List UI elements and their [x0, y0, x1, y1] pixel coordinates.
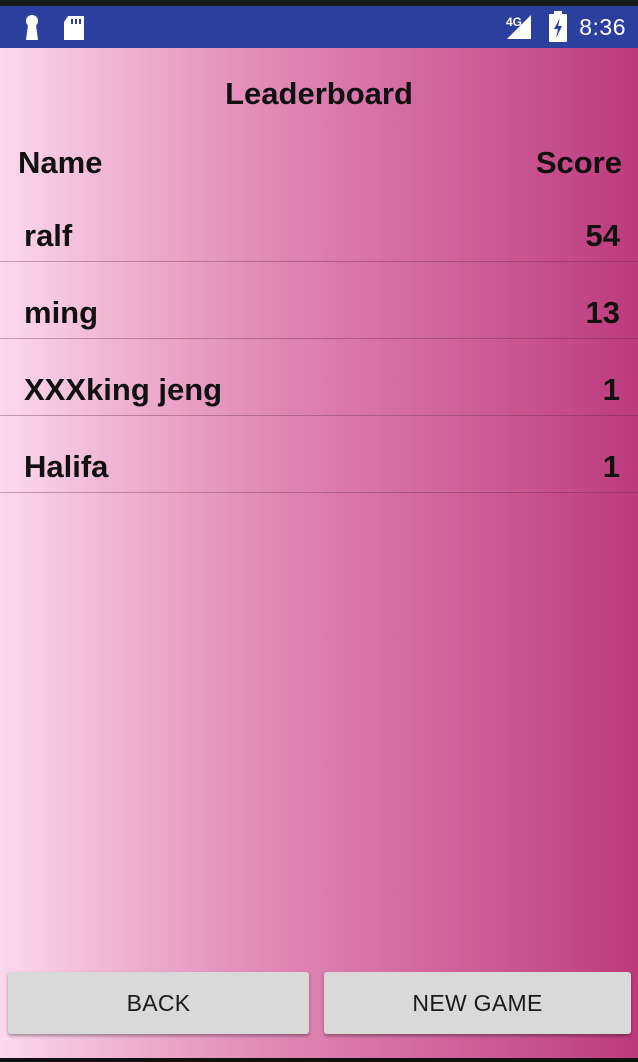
player-name: ralf: [24, 218, 73, 253]
table-row: XXXking jeng 1: [0, 339, 638, 416]
leaderboard-list[interactable]: ralf 54 ming 13 XXXking jeng 1 Halifa 1: [0, 185, 638, 493]
battery-charging-icon: [549, 11, 568, 42]
score-column-header: Score: [535, 145, 622, 180]
page-title: Leaderboard: [225, 76, 413, 111]
status-spacer: [501, 10, 503, 12]
back-button[interactable]: BACK: [8, 972, 309, 1034]
player-score: 1: [602, 449, 620, 484]
status-right-icons: 4G 8:36: [501, 10, 626, 44]
app-screen: 4G 8:36 Leaderboard Name Score ralf 54 m…: [0, 0, 638, 1062]
player-name: XXXking jeng: [24, 372, 223, 407]
leaderboard-screen: Leaderboard Name Score ralf 54 ming 13 X…: [0, 48, 638, 1058]
player-score: 13: [585, 295, 620, 330]
player-score: 1: [602, 372, 620, 407]
player-name: ming: [24, 295, 99, 330]
new-game-button[interactable]: NEW GAME: [324, 972, 631, 1034]
table-header: Name Score: [18, 145, 622, 185]
status-left-svg: [26, 15, 84, 40]
status-left-icons: [22, 14, 92, 42]
keyhole-icon: [26, 15, 38, 40]
status-bar: 4G 8:36: [0, 6, 638, 48]
table-row: ralf 54: [0, 185, 638, 262]
table-row: Halifa 1: [0, 416, 638, 493]
screen-bottom-edge: [0, 1058, 638, 1062]
network-type-label: 4G: [505, 15, 522, 29]
player-name: Halifa: [24, 449, 109, 484]
sd-card-icon: [64, 16, 84, 40]
player-score: 54: [585, 218, 620, 253]
table-row: ming 13: [0, 262, 638, 339]
name-column-header: Name: [18, 145, 103, 180]
status-time: 8:36: [579, 13, 626, 40]
